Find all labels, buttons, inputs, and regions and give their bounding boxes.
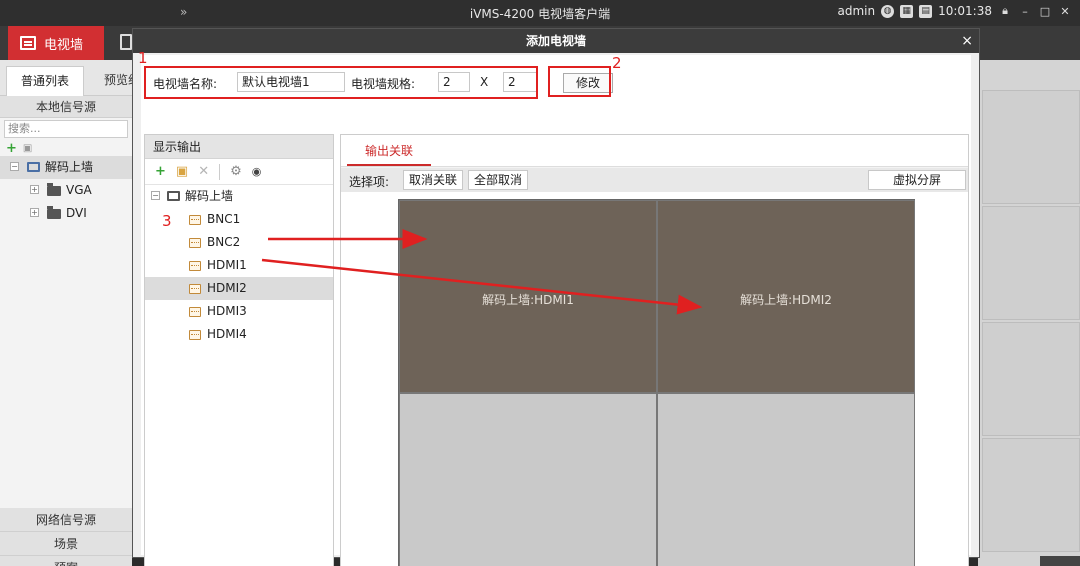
output-port-hdmi4[interactable]: HDMI4: [145, 323, 333, 346]
port-icon: [189, 307, 201, 317]
dialog-close-icon[interactable]: ×: [961, 29, 973, 53]
tree-item-vga[interactable]: + VGA: [0, 179, 132, 202]
output-association-panel: 输出关联 选择项: 取消关联 全部取消 虚拟分屏 解码上墙:HDMI1 解码上墙…: [340, 134, 969, 566]
tree-item-label: VGA: [66, 183, 92, 197]
expand-icon[interactable]: +: [30, 185, 39, 194]
output-port-bnc1[interactable]: BNC1: [145, 208, 333, 231]
copy-icon[interactable]: ▣: [23, 143, 32, 154]
port-icon: [189, 215, 201, 225]
scene-header[interactable]: 场景: [0, 532, 132, 556]
wall-preview-area: 解码上墙:HDMI1 解码上墙:HDMI2: [341, 192, 968, 566]
add-icon[interactable]: +: [155, 164, 166, 179]
title-bar: » iVMS-4200 电视墙客户端 admin ◍ ▦ ▤ 10:01:38 …: [0, 0, 1080, 26]
module-tab-tv-wall[interactable]: 电视墙: [8, 26, 104, 60]
folder-icon: [47, 206, 61, 219]
network-source-header[interactable]: 网络信号源: [0, 508, 132, 532]
globe-icon[interactable]: ◍: [881, 4, 895, 18]
background-screen: [982, 322, 1080, 436]
port-label: HDMI2: [207, 281, 247, 295]
tab-normal-list[interactable]: 普通列表: [6, 66, 84, 96]
add-tv-wall-dialog: 添加电视墙 × 电视墙名称: 默认电视墙1 电视墙规格: 2 X 2 修改 显示…: [132, 28, 980, 566]
tree-item-label: 解码上墙: [45, 160, 94, 174]
port-label: BNC2: [207, 235, 241, 249]
clock-time: 10:01:38: [938, 4, 992, 18]
collapse-icon[interactable]: −: [151, 191, 160, 200]
annotation-box-1: [144, 66, 538, 99]
output-tree-root[interactable]: − 解码上墙: [145, 185, 333, 208]
left-tabs: 普通列表 预览组: [0, 60, 140, 96]
close-icon[interactable]: ✕: [1058, 5, 1072, 18]
folder-icon[interactable]: ▣: [176, 164, 188, 179]
virtual-split-button[interactable]: 虚拟分屏: [868, 170, 966, 190]
association-toolbar: 选择项: 取消关联 全部取消 虚拟分屏: [341, 168, 968, 192]
tree-item-label: DVI: [66, 206, 87, 220]
toolbar-divider: [219, 163, 221, 180]
bottom-right-control[interactable]: [1040, 556, 1080, 566]
display-output-header: 显示输出: [145, 135, 333, 159]
plan-header[interactable]: 预案: [0, 556, 132, 566]
annotation-number-2: 2: [612, 54, 622, 72]
eye-icon[interactable]: ◉: [252, 165, 262, 178]
screen-label: 解码上墙:HDMI1: [482, 293, 574, 307]
search-input[interactable]: 搜索...: [4, 120, 128, 138]
output-toolbar: + ▣ ✕ ⚙ ◉: [145, 159, 333, 185]
keyboard-icon[interactable]: ▦: [900, 4, 914, 18]
tv-wall-grid: 解码上墙:HDMI1 解码上墙:HDMI2: [398, 199, 915, 566]
tree-item-dvi[interactable]: + DVI: [0, 202, 132, 225]
port-label: HDMI4: [207, 327, 247, 341]
user-name[interactable]: admin: [837, 4, 875, 18]
monitor-icon: [27, 162, 40, 172]
dialog-title: 添加电视墙: [133, 29, 979, 53]
lock-icon[interactable]: 🔒︎: [998, 4, 1012, 18]
tree-item-decode-wall[interactable]: − 解码上墙: [0, 156, 132, 179]
annotation-number-3: 3: [162, 212, 172, 230]
background-screen: [982, 206, 1080, 320]
expand-icon[interactable]: +: [30, 208, 39, 217]
output-port-hdmi2[interactable]: HDMI2: [145, 277, 333, 300]
tv-wall-icon: [20, 36, 36, 50]
gear-icon[interactable]: ⚙: [230, 164, 242, 179]
wall-screen-3[interactable]: [399, 393, 657, 566]
module-tab-second-icon[interactable]: [120, 34, 132, 50]
calculator-icon[interactable]: ▤: [919, 4, 933, 18]
display-output-panel: 显示输出 + ▣ ✕ ⚙ ◉ − 解码上墙 BNC1 BNC2 HDMI1 HD…: [144, 134, 334, 566]
port-label: BNC1: [207, 212, 241, 226]
folder-icon: [47, 183, 61, 196]
port-label: HDMI3: [207, 304, 247, 318]
minimize-icon[interactable]: –: [1018, 5, 1032, 18]
left-toolbar: + ▣: [0, 140, 132, 156]
dialog-body: 电视墙名称: 默认电视墙1 电视墙规格: 2 X 2 修改 显示输出 + ▣ ✕…: [141, 55, 971, 566]
port-icon: [189, 330, 201, 340]
wall-screen-4[interactable]: [657, 393, 915, 566]
maximize-icon[interactable]: □: [1038, 5, 1052, 18]
wall-screen-2[interactable]: 解码上墙:HDMI2: [657, 200, 915, 393]
select-label: 选择项:: [349, 175, 390, 189]
annotation-box-2: [548, 66, 611, 97]
module-tab-label: 电视墙: [44, 37, 84, 53]
delete-icon[interactable]: ✕: [198, 164, 209, 179]
monitor-icon: [167, 191, 180, 201]
background-screen: [982, 438, 1080, 552]
background-screen: [982, 90, 1080, 204]
association-tabs: 输出关联: [341, 135, 968, 167]
port-icon: [189, 284, 201, 294]
output-root-label: 解码上墙: [185, 189, 234, 203]
collapse-icon[interactable]: −: [10, 162, 19, 171]
cancel-all-button[interactable]: 全部取消: [468, 170, 528, 190]
output-port-bnc2[interactable]: BNC2: [145, 231, 333, 254]
annotation-number-1: 1: [138, 49, 148, 67]
output-port-hdmi3[interactable]: HDMI3: [145, 300, 333, 323]
tab-output-association[interactable]: 输出关联: [347, 139, 431, 166]
left-panel: 普通列表 预览组 本地信号源 搜索... + ▣ − 解码上墙 + VGA + …: [0, 60, 140, 566]
screen-label: 解码上墙:HDMI2: [740, 293, 832, 307]
cancel-association-button[interactable]: 取消关联: [403, 170, 463, 190]
output-port-hdmi1[interactable]: HDMI1: [145, 254, 333, 277]
wall-screen-1[interactable]: 解码上墙:HDMI1: [399, 200, 657, 393]
local-source-header[interactable]: 本地信号源: [0, 96, 132, 118]
background-wall-grid: [978, 60, 1080, 566]
port-icon: [189, 238, 201, 248]
add-icon[interactable]: +: [6, 141, 17, 156]
port-label: HDMI1: [207, 258, 247, 272]
port-icon: [189, 261, 201, 271]
